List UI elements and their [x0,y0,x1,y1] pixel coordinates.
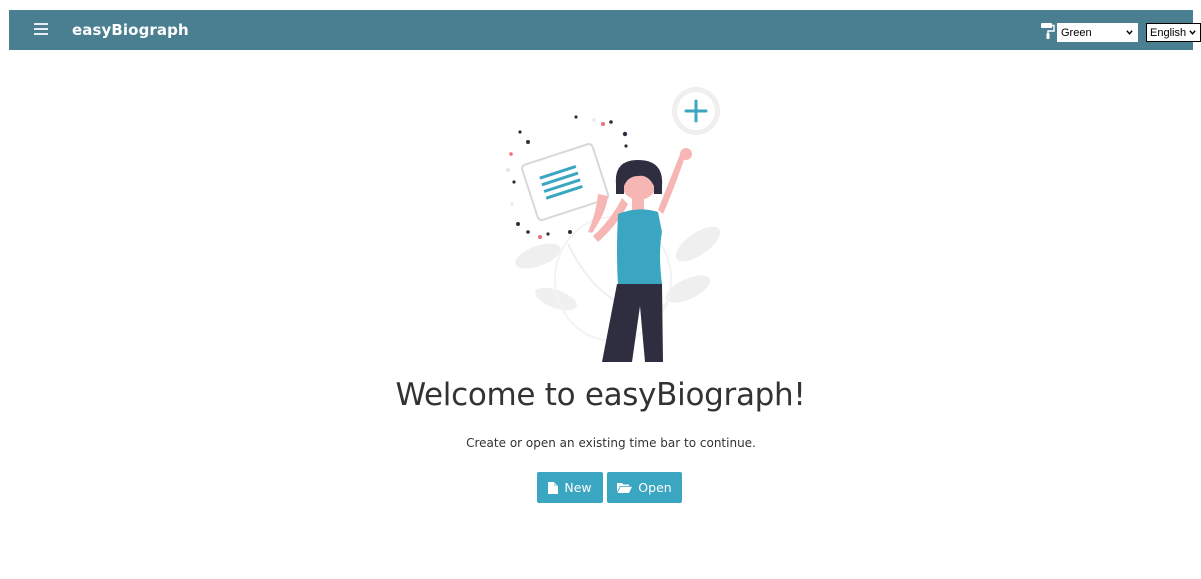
paint-roller-icon [1041,23,1055,39]
folder-open-icon [617,483,633,493]
chevron-down-icon [1126,30,1133,35]
language-select-value: English [1150,26,1187,39]
new-button-label: New [564,480,592,495]
open-button-label: Open [638,480,672,495]
new-button[interactable]: New [537,472,603,503]
welcome-illustration [506,87,721,362]
welcome-title: Welcome to easyBiograph! [395,377,806,413]
top-navbar: easyBiograph Green English [9,10,1201,50]
theme-select[interactable]: Green [1057,23,1138,42]
open-button[interactable]: Open [607,472,682,503]
chevron-down-icon [1189,30,1196,35]
brand-title[interactable]: easyBiograph [72,21,189,39]
language-select[interactable]: English [1146,23,1201,42]
welcome-subtitle: Create or open an existing time bar to c… [466,436,756,450]
hamburger-menu-icon[interactable] [34,23,48,36]
theme-select-value: Green [1061,26,1092,39]
file-icon [548,481,559,494]
